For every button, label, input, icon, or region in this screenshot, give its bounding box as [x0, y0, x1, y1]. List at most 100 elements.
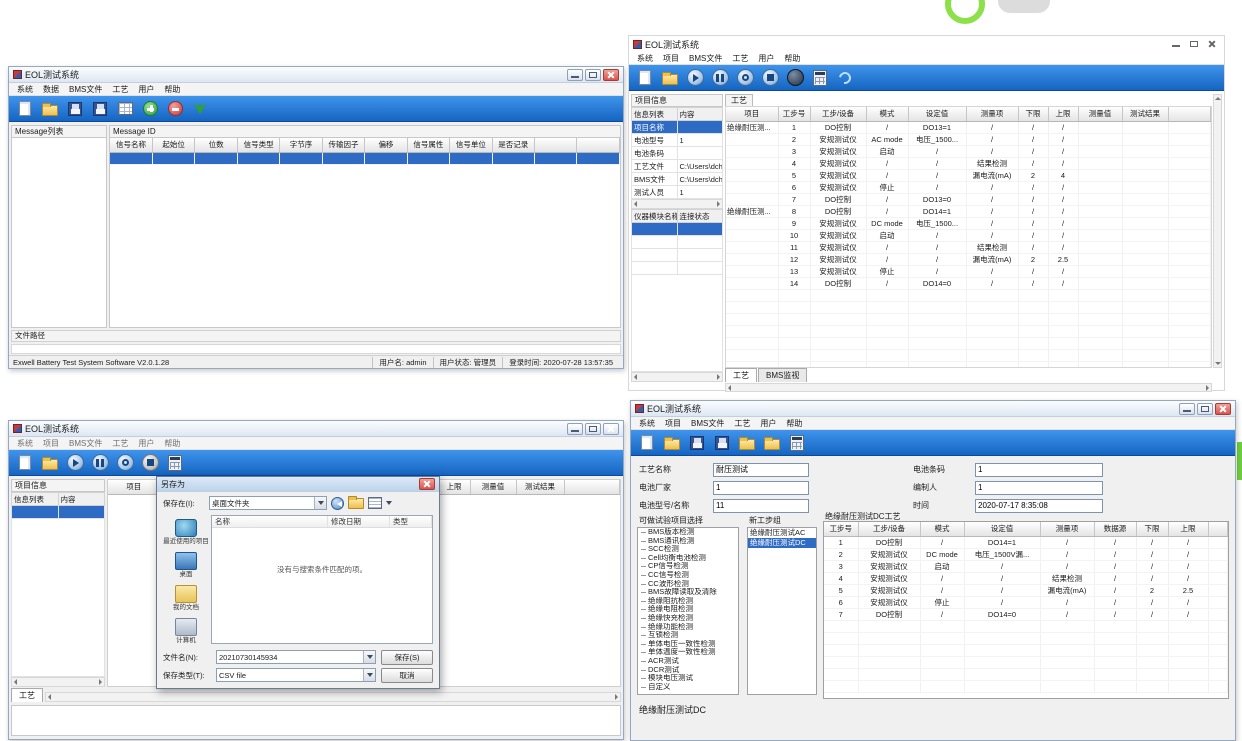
tab[interactable]: BMS监视	[758, 368, 807, 382]
menu-item[interactable]: BMS文件	[687, 418, 728, 429]
export-folder-icon[interactable]	[762, 433, 782, 453]
pause-icon[interactable]	[90, 453, 110, 473]
column-date-modified[interactable]: 修改日期	[328, 516, 390, 527]
save-as-icon[interactable]	[90, 99, 110, 119]
table-row[interactable]: 2安规测试仪DC mode电压_1500V漏...////	[824, 548, 1228, 560]
save-as-icon[interactable]	[712, 433, 732, 453]
place-desktop[interactable]: 桌面	[163, 552, 209, 578]
menu-item[interactable]: 工艺	[728, 53, 752, 64]
place-recent[interactable]: 最近使用的项目	[163, 519, 209, 545]
new-file-icon[interactable]	[635, 68, 655, 88]
test-item[interactable]: 模块电压测试	[638, 674, 738, 683]
table-row[interactable]: 3安规测试仪启动////	[726, 145, 1211, 157]
tab[interactable]: 工艺	[725, 368, 757, 382]
time-field[interactable]	[975, 499, 1103, 513]
table-row[interactable]: 6安规测试仪停止/////	[824, 596, 1228, 608]
titlebar[interactable]: EOL测试系统	[9, 67, 623, 83]
minimize-icon[interactable]	[1179, 403, 1195, 415]
open-folder-icon[interactable]	[40, 453, 60, 473]
filetype-combobox[interactable]: CSV file	[216, 668, 376, 682]
test-item[interactable]: CC信号检测	[638, 571, 738, 580]
test-item[interactable]: BMS通讯检测	[638, 537, 738, 546]
test-item[interactable]: SCC检测	[638, 545, 738, 554]
save-icon[interactable]	[687, 433, 707, 453]
start-icon[interactable]	[65, 453, 85, 473]
table-row[interactable]: 6安规测试仪停止////	[726, 181, 1211, 193]
menu-item[interactable]: 帮助	[160, 438, 184, 449]
place-documents[interactable]: 我的文档	[163, 585, 209, 611]
menu-item[interactable]: 用户	[754, 53, 778, 64]
table-row[interactable]: 测试人员1	[632, 186, 723, 199]
table-row[interactable]: 项目名称	[632, 121, 723, 134]
titlebar[interactable]: EOL测试系统	[631, 401, 1235, 417]
test-item[interactable]: 绝缘电阻检测	[638, 605, 738, 614]
close-icon[interactable]	[603, 423, 619, 435]
menu-item[interactable]: 用户	[134, 84, 158, 95]
table-row[interactable]: 1DO控制/DO14=1////	[824, 536, 1228, 548]
dropdown-arrow-icon[interactable]	[363, 651, 375, 663]
calculator-icon[interactable]	[787, 433, 807, 453]
menu-item[interactable]: 系统	[633, 53, 657, 64]
power-icon[interactable]	[735, 68, 755, 88]
menu-item[interactable]: 系统	[13, 84, 37, 95]
test-item[interactable]: 单体电压一致性检测	[638, 640, 738, 649]
test-item[interactable]: 互锁检测	[638, 631, 738, 640]
close-icon[interactable]	[1204, 38, 1220, 50]
horizontal-scrollbar[interactable]	[631, 199, 723, 209]
table-row[interactable]: 绝缘耐压测...8DO控制/DO14=1///	[726, 205, 1211, 217]
stop-icon[interactable]	[760, 68, 780, 88]
horizontal-scrollbar[interactable]	[631, 372, 723, 382]
refresh-icon[interactable]	[835, 68, 855, 88]
test-item[interactable]: BMS版本检测	[638, 528, 738, 537]
calculator-icon[interactable]	[165, 453, 185, 473]
process-name-field[interactable]	[713, 463, 809, 477]
table-row[interactable]: 7DO控制/DO14=0////	[824, 608, 1228, 620]
column-name[interactable]: 名称	[212, 516, 328, 527]
dropdown-arrow-icon[interactable]	[363, 669, 375, 681]
editor-field[interactable]	[975, 481, 1103, 495]
clock-icon[interactable]	[785, 68, 805, 88]
new-folder-icon[interactable]	[348, 498, 364, 509]
maximize-icon[interactable]	[1186, 38, 1202, 50]
table-row[interactable]: 7DO控制/DO13=0///	[726, 193, 1211, 205]
horizontal-scrollbar[interactable]	[45, 692, 621, 702]
table-row[interactable]: 11安规测试仪//结果检测//	[726, 241, 1211, 253]
table-row[interactable]	[110, 152, 620, 164]
menu-item[interactable]: 帮助	[160, 84, 184, 95]
place-computer[interactable]: 计算机	[163, 618, 209, 644]
menu-item[interactable]: BMS文件	[65, 84, 106, 95]
menu-item[interactable]: 数据	[39, 84, 63, 95]
battery-model-field[interactable]	[713, 499, 809, 513]
vertical-scrollbar[interactable]	[1213, 94, 1222, 368]
test-item[interactable]: 绝缘阻抗检测	[638, 597, 738, 606]
table-row[interactable]: 14DO控制/DO14=0///	[726, 277, 1211, 289]
step-group-item[interactable]: 绝缘耐压测试DC	[748, 538, 816, 548]
close-icon[interactable]	[419, 478, 435, 490]
horizontal-scrollbar[interactable]	[725, 383, 1212, 392]
add-icon[interactable]	[140, 99, 160, 119]
test-item[interactable]: BMS故障读取及清除	[638, 588, 738, 597]
message-list-body[interactable]	[11, 138, 107, 328]
filename-combobox[interactable]: 20210730145934	[216, 650, 376, 664]
new-file-icon[interactable]	[15, 99, 35, 119]
menu-item[interactable]: 项目	[659, 53, 683, 64]
remove-icon[interactable]	[165, 99, 185, 119]
back-arrow-icon[interactable]	[331, 497, 344, 510]
open-folder-icon[interactable]	[40, 99, 60, 119]
menu-item[interactable]: 项目	[39, 438, 63, 449]
battery-barcode-field[interactable]	[975, 463, 1103, 477]
maximize-icon[interactable]	[585, 69, 601, 81]
titlebar[interactable]: EOL测试系统	[629, 36, 1224, 52]
table-row[interactable]: 9安规测试仪DC mode电压_1500...///	[726, 217, 1211, 229]
table-row[interactable]: 电池型号1	[632, 134, 723, 147]
power-icon[interactable]	[115, 453, 135, 473]
menu-item[interactable]: BMS文件	[65, 438, 106, 449]
menu-item[interactable]: 用户	[756, 418, 780, 429]
menu-item[interactable]: 帮助	[780, 53, 804, 64]
dropdown-arrow-icon[interactable]	[314, 497, 326, 509]
save-button[interactable]: 保存(S)	[381, 650, 433, 665]
table-row[interactable]: 3安规测试仪启动/////	[824, 560, 1228, 572]
table-row[interactable]: 电池条码	[632, 147, 723, 160]
import-folder-icon[interactable]	[737, 433, 757, 453]
table-row[interactable]: 5安规测试仪//漏电流(mA)24	[726, 169, 1211, 181]
